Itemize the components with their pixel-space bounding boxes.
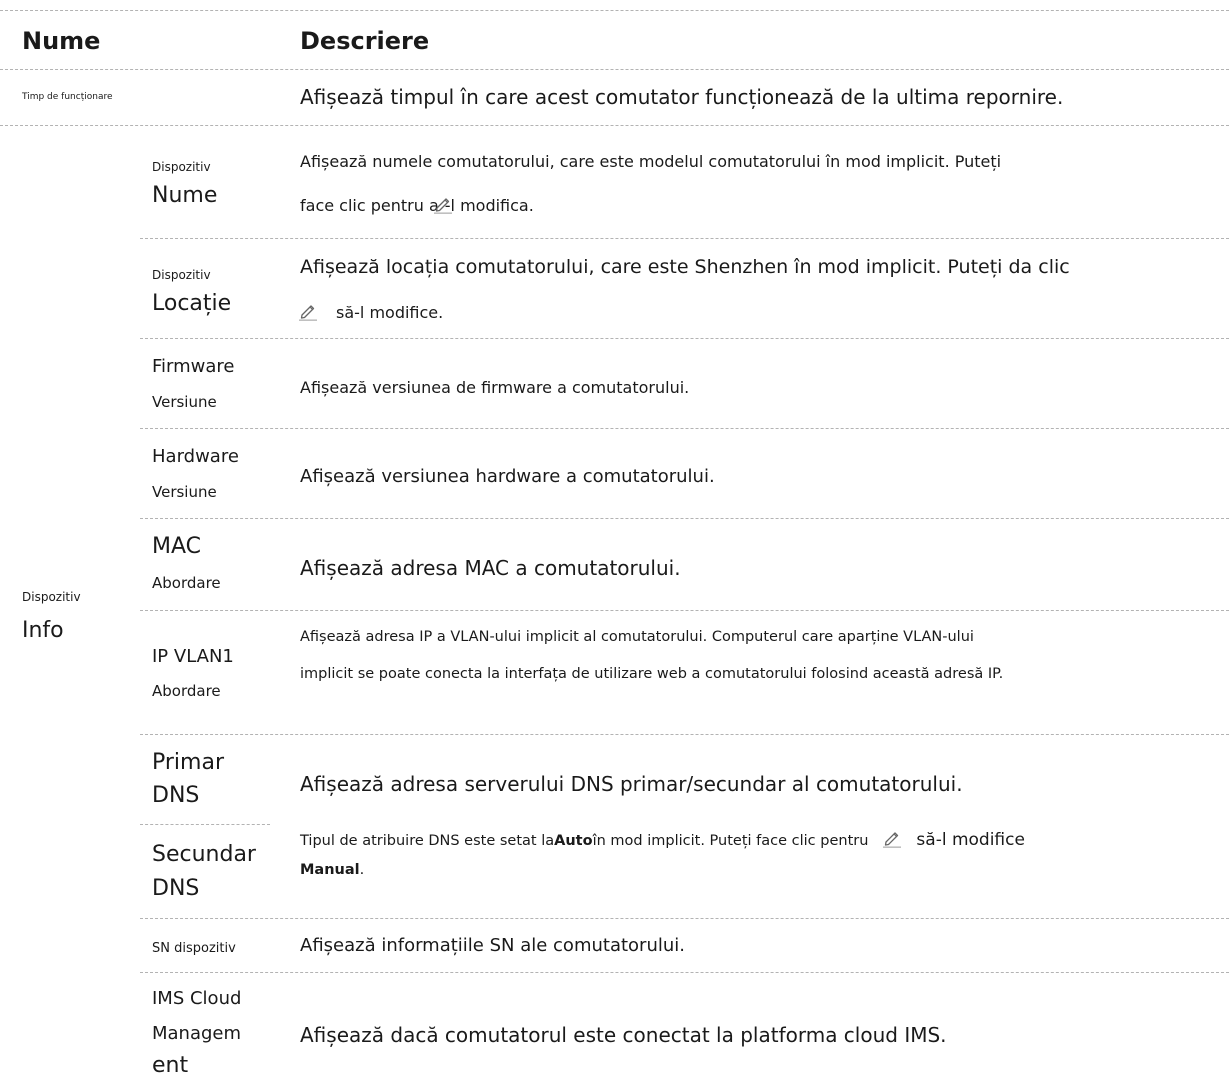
device-name-desc-2b: -l modifica. [444, 196, 534, 215]
firmware-desc: Afișează versiunea de firmware a comutat… [300, 378, 690, 397]
dns-primary-desc: Afișează adresa serverului DNS primar/se… [300, 772, 963, 796]
row-divider [140, 824, 270, 825]
mac-desc: Afișează adresa MAC a comutatorului. [300, 556, 681, 580]
dns-primary-label: Primar [152, 750, 224, 775]
row-divider [140, 238, 1229, 239]
ip-desc-1: Afișează adresa IP a VLAN-ului implicit … [300, 629, 974, 645]
device-name-desc-2: face clic pentru a -l modifica. [300, 194, 534, 215]
device-location-large: Locație [152, 291, 232, 316]
device-location-desc-2: să-l modifice. [300, 301, 443, 322]
group-label-large: Info [22, 618, 64, 643]
dns-secondary-label-2: DNS [152, 876, 200, 901]
device-name-small: Dispozitiv [152, 160, 211, 174]
hardware-label: Hardware [152, 446, 239, 467]
header-divider [0, 69, 1229, 70]
device-location-desc-2-text: să-l modifice. [336, 303, 444, 322]
ip-label: IP VLAN1 [152, 646, 234, 667]
ims-label-3: ent [152, 1053, 189, 1078]
row-divider [140, 518, 1229, 519]
row-divider [140, 428, 1229, 429]
ims-label-2: Managem [152, 1023, 242, 1044]
firmware-label-2: Versiune [152, 393, 217, 411]
mac-label: MAC [152, 534, 202, 559]
ip-desc-2: implicit se poate conecta la interfața d… [300, 666, 1004, 682]
ims-desc: Afișează dacă comutatorul este conectat … [300, 1023, 947, 1047]
row-divider [140, 972, 1229, 973]
device-name-desc-2a: face clic pentru a [300, 196, 439, 215]
dns-secondary-desc-1: Tipul de atribuire DNS este setat laAuto… [300, 828, 1025, 850]
dns-secondary-label: Secundar [152, 842, 256, 867]
pencil-edit-icon[interactable] [882, 828, 902, 848]
row-divider [0, 125, 1229, 126]
row-divider [140, 918, 1229, 919]
device-name-desc-1: Afișează numele comutatorului, care este… [300, 152, 1002, 171]
sn-desc: Afișează informațiile SN ale comutatorul… [300, 935, 685, 956]
auto-value: Auto [554, 833, 593, 849]
group-label-small: Dispozitiv [22, 590, 81, 604]
dns-primary-label-2: DNS [152, 783, 200, 808]
manual-value: Manual [300, 862, 360, 878]
row-divider [140, 338, 1229, 339]
pencil-edit-icon[interactable] [298, 301, 318, 321]
device-location-desc-1: Afișează locația comutatorului, care est… [300, 256, 1070, 278]
dns-secondary-desc-2: Manual. [300, 862, 365, 878]
uptime-desc: Afișează timpul în care acest comutator … [300, 85, 1064, 109]
hardware-desc: Afișează versiunea hardware a comutatoru… [300, 466, 715, 487]
row-divider [140, 734, 1229, 735]
header-description: Descriere [300, 27, 430, 55]
uptime-name: Timp de funcționare [22, 92, 113, 102]
header-name: Nume [22, 27, 101, 55]
mac-label-2: Abordare [152, 574, 221, 592]
row-divider [140, 610, 1229, 611]
ip-label-2: Abordare [152, 682, 221, 700]
hardware-label-2: Versiune [152, 483, 217, 501]
ims-label: IMS Cloud [152, 988, 242, 1009]
table-top-border [0, 10, 1229, 11]
sn-label: SN dispozitiv [152, 941, 236, 956]
firmware-label: Firmware [152, 356, 235, 377]
device-name-large: Nume [152, 183, 218, 208]
device-location-small: Dispozitiv [152, 268, 211, 282]
